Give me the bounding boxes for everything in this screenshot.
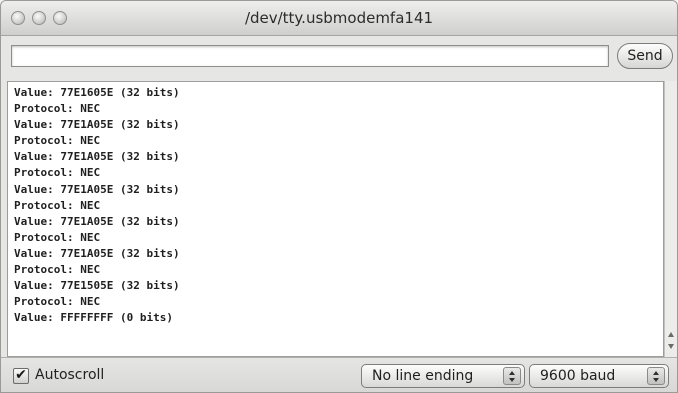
output-line: Value: 77E1A05E (32 bits) [14,214,180,228]
autoscroll-checkbox[interactable]: ✔ [13,368,29,384]
select-arrows-icon [503,367,521,385]
output-line: Protocol: NEC [14,295,101,309]
send-button[interactable]: Send [617,43,673,69]
scroll-down-arrow-icon[interactable] [668,344,674,349]
output-line: Value: 77E1605E (32 bits) [14,86,180,99]
scroll-up-arrow-icon[interactable] [668,332,674,337]
line-ending-value: No line ending [372,368,474,384]
output-line: Value: 77E1505E (32 bits) [14,279,180,293]
checkmark-icon: ✔ [15,367,27,383]
send-row: Send [1,35,677,81]
autoscroll-label[interactable]: Autoscroll [35,367,104,383]
send-input[interactable] [11,45,609,67]
output-line: Protocol: NEC [14,230,101,244]
console-scrollbar[interactable] [664,81,677,357]
output-line: Value: 77E1A05E (32 bits) [14,246,180,260]
line-ending-select[interactable]: No line ending [361,364,525,388]
output-line: Value: 77E1A05E (32 bits) [14,182,180,196]
output-lines: Value: 77E1605E (32 bits) Protocol: NEC Va… [8,82,663,326]
baud-rate-select[interactable]: 9600 baud [529,364,669,388]
window-title: /dev/tty.usbmodemfa141 [244,9,434,27]
baud-rate-value: 9600 baud [540,368,616,384]
output-line: Protocol: NEC [14,166,101,180]
output-line: Value: FFFFFFFF (0 bits) [14,311,173,325]
title-bar[interactable]: /dev/tty.usbmodemfa141 [1,1,677,36]
bottom-bar: ✔ Autoscroll No line ending 9600 baud [1,357,677,392]
output-line: Protocol: NEC [14,198,101,212]
serial-output[interactable]: Value: 77E1605E (32 bits) Protocol: NEC Va… [7,81,664,357]
output-line: Value: 77E1A05E (32 bits) [14,150,180,164]
serial-monitor-window: /dev/tty.usbmodemfa141 Send Value: 77E16… [0,0,678,393]
select-arrows-icon [647,367,665,385]
output-line: Protocol: NEC [14,102,101,116]
output-line: Value: 77E1A05E (32 bits) [14,118,180,132]
output-line: Protocol: NEC [14,263,101,277]
output-line: Protocol: NEC [14,134,101,148]
